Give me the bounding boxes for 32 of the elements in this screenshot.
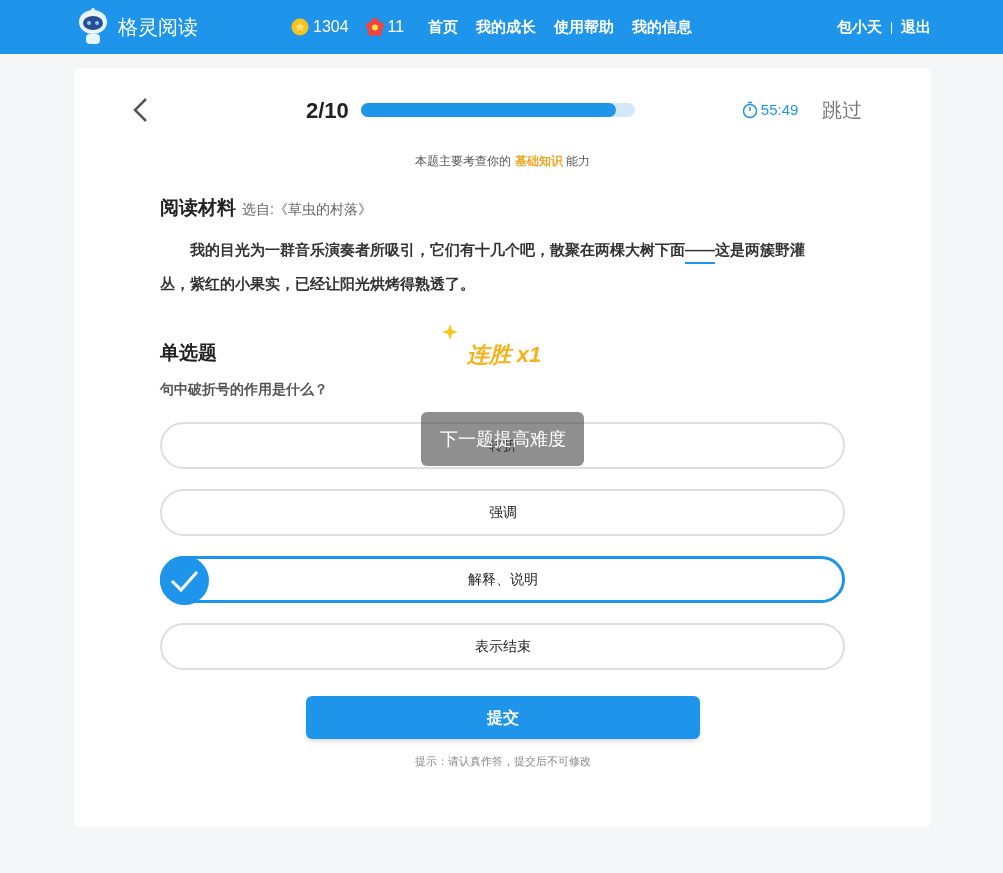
skill-focus-text: 本题主要考查你的 基础知识 能力 bbox=[414, 153, 591, 170]
separator: | bbox=[889, 19, 893, 36]
submit-button[interactable]: 提交 bbox=[305, 696, 700, 739]
coin-count: 1304 bbox=[313, 17, 349, 37]
nav-link[interactable]: 使用帮助 bbox=[554, 15, 615, 39]
check-icon bbox=[160, 556, 209, 605]
question-text: 句中破折号的作用是什么？ bbox=[160, 380, 328, 399]
stopwatch-icon bbox=[741, 101, 758, 119]
answer-option[interactable]: 解释、说明 bbox=[160, 556, 845, 603]
skip-button[interactable]: 跳过 bbox=[822, 95, 863, 125]
nav-link[interactable]: 我的成长 bbox=[476, 15, 537, 39]
streak-text: 连胜 x1 bbox=[466, 340, 542, 369]
section-title: 单选题 bbox=[160, 340, 217, 365]
passage-text: 我的目光为一群音乐演奏者所吸引，它们有十几个吧，散聚在两棵大树下面——这是两簇野灌丛，紫红的小果实，已经让阳光烘烤得熟透了。 bbox=[160, 239, 806, 294]
hint-text: 提示：请认真作答，提交后不可修改 bbox=[414, 754, 591, 769]
flower-count: 11 bbox=[387, 17, 405, 37]
progress-count: 2/10 bbox=[306, 96, 349, 125]
answer-option[interactable]: 强调 bbox=[160, 489, 845, 536]
nav-link[interactable]: 首页 bbox=[428, 15, 459, 39]
flower-icon bbox=[365, 18, 384, 36]
answer-option[interactable]: 表示结束 bbox=[160, 623, 845, 670]
material-title: 阅读材料 bbox=[160, 196, 236, 220]
user-name[interactable]: 包小天 bbox=[836, 15, 882, 39]
robot-logo-icon bbox=[76, 8, 110, 46]
coin-icon bbox=[291, 18, 309, 36]
logout-link[interactable]: 退出 bbox=[901, 15, 931, 39]
nav-link[interactable]: 我的信息 bbox=[632, 15, 693, 39]
material-source: 选自:《草虫的村落》 bbox=[242, 200, 372, 219]
brand-name: 格灵阅读 bbox=[118, 15, 198, 40]
timer: 55:49 bbox=[760, 99, 799, 120]
sparkle-icon bbox=[442, 324, 458, 340]
back-icon[interactable] bbox=[132, 97, 148, 123]
